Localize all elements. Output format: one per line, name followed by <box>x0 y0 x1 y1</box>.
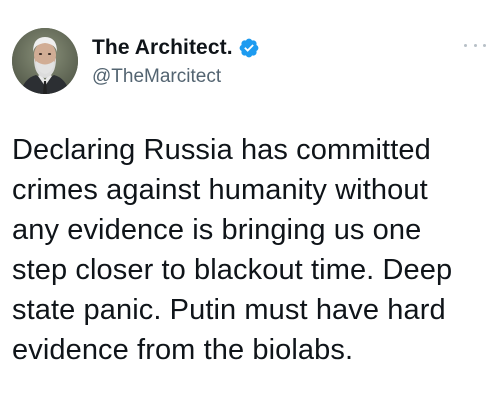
more-options-icon[interactable] <box>464 39 486 51</box>
tweet-text: Declaring Russia has committed crimes ag… <box>12 134 453 366</box>
dot <box>464 43 467 47</box>
author-name-row[interactable]: The Architect. <box>92 35 260 61</box>
dot <box>473 43 477 47</box>
avatar[interactable] <box>12 28 78 94</box>
user-handle[interactable]: @TheMarcitect <box>92 66 221 88</box>
avatar-photo <box>12 28 78 94</box>
tweet-card: The Architect. @TheMarcitect Declaring R… <box>0 0 500 404</box>
display-name[interactable]: The Architect. <box>92 36 233 60</box>
verified-badge-icon <box>238 37 260 59</box>
dot <box>483 43 486 47</box>
